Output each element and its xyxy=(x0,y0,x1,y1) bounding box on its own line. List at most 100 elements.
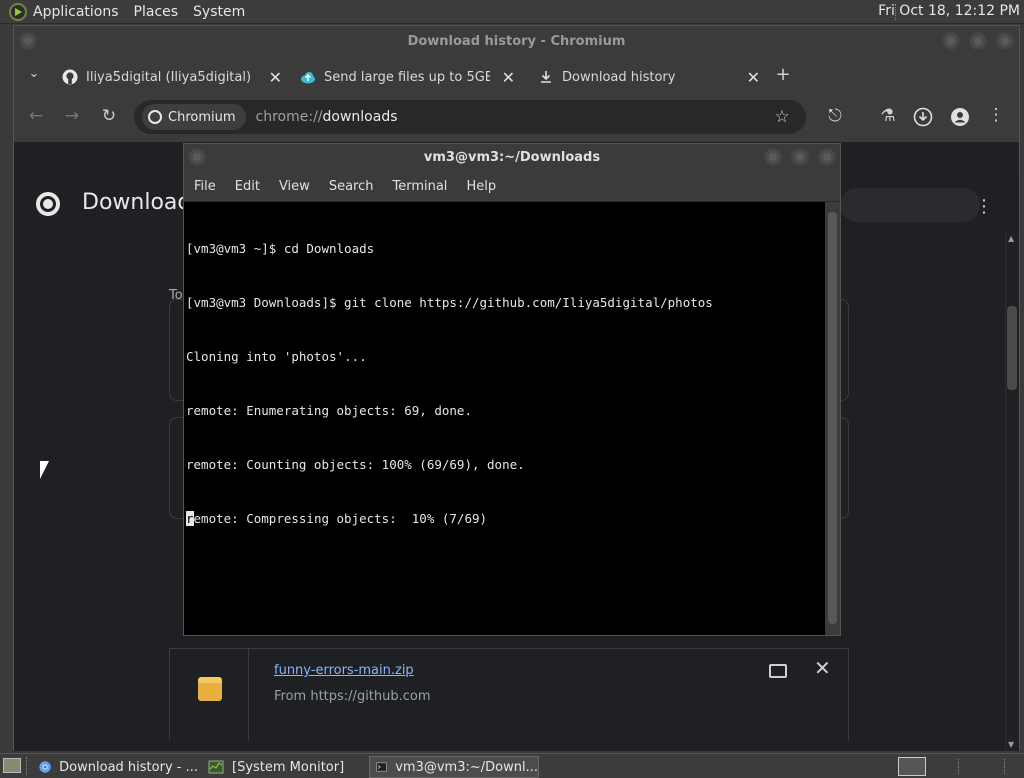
card-divider xyxy=(248,649,249,741)
applications-menu[interactable]: Applications xyxy=(33,4,119,20)
tab-send-large-files[interactable]: Send large files up to 5GB fo ✕ xyxy=(300,62,515,92)
terminal-icon xyxy=(376,762,387,772)
downloads-menu-kebab-icon[interactable]: ⋮ xyxy=(975,196,993,217)
downloads-circle-icon[interactable] xyxy=(913,107,933,127)
menu-search[interactable]: Search xyxy=(329,179,374,194)
taskbar-separator xyxy=(1004,759,1006,774)
scroll-down-icon[interactable]: ▼ xyxy=(1008,740,1014,749)
terminal-line: Cloning into 'photos'... xyxy=(186,349,367,364)
cloud-upload-icon xyxy=(301,72,315,84)
task-label: Download history - ... xyxy=(59,759,198,775)
terminal-output[interactable]: [vm3@vm3 ~]$ cd Downloads [vm3@vm3 Downl… xyxy=(184,202,826,635)
download-card xyxy=(169,648,849,741)
taskbar-separator xyxy=(26,757,28,775)
menu-file[interactable]: File xyxy=(194,179,216,194)
terminal-line-text: emote: Compressing objects: 10% (7/69) xyxy=(193,511,488,526)
page-scrollbar[interactable]: ▲ ▼ xyxy=(1005,232,1019,751)
tab-label: Download history xyxy=(562,69,676,85)
minimize-icon[interactable] xyxy=(942,32,960,50)
tab-close-icon[interactable]: ✕ xyxy=(747,68,760,87)
tab-search-chevron-icon[interactable]: ⌄ xyxy=(22,66,46,81)
extensions-puzzle-icon[interactable]: ⎋ xyxy=(823,106,847,126)
tab-strip: ⌄ Iliya5digital (Iliya5digital) / Re ✕ S… xyxy=(14,58,1019,94)
back-arrow-icon[interactable]: ← xyxy=(24,106,48,126)
show-in-folder-icon[interactable] xyxy=(769,664,787,678)
bookmark-star-icon[interactable]: ☆ xyxy=(770,107,794,127)
tab-github[interactable]: Iliya5digital (Iliya5digital) / Re ✕ xyxy=(62,62,282,92)
browser-menu-kebab-icon[interactable]: ⋮ xyxy=(984,105,1008,125)
task-terminal[interactable]: vm3@vm3:~/Downl... xyxy=(369,756,539,778)
menu-help[interactable]: Help xyxy=(466,179,496,194)
menu-terminal[interactable]: Terminal xyxy=(392,179,447,194)
scroll-up-icon[interactable]: ▲ xyxy=(1008,234,1014,243)
task-chromium[interactable]: Download history - ... xyxy=(33,756,198,778)
url-prefix: chrome:// xyxy=(255,109,323,125)
profile-avatar-icon[interactable] xyxy=(950,107,970,127)
chromium-chip-icon xyxy=(148,110,162,124)
close-window-icon[interactable] xyxy=(818,148,836,166)
terminal-line: remote: Counting objects: 100% (69/69), … xyxy=(186,457,525,472)
window-titlebar[interactable]: Download history - Chromium xyxy=(14,26,1019,58)
clock[interactable]: Fri Oct 18, 12:12 PM xyxy=(878,3,1020,19)
remove-download-icon[interactable]: ✕ xyxy=(814,656,831,680)
tab-label: Send large files up to 5GB fo xyxy=(324,69,490,85)
download-file-link[interactable]: funny-errors-main.zip xyxy=(274,663,414,678)
url-text[interactable]: chrome://downloads xyxy=(256,109,398,125)
maximize-icon[interactable] xyxy=(791,148,809,166)
site-chip[interactable]: Chromium xyxy=(142,104,246,130)
labs-flask-icon[interactable]: ⚗ xyxy=(876,106,900,126)
download-source: From https://github.com xyxy=(274,689,431,704)
reload-icon[interactable]: ↻ xyxy=(97,106,121,126)
chrome-logo-icon xyxy=(36,192,60,216)
site-chip-label: Chromium xyxy=(168,109,236,125)
terminal-scrollbar[interactable] xyxy=(825,202,840,635)
task-label: [System Monitor] xyxy=(232,759,345,775)
terminal-line: [vm3@vm3 Downloads]$ git clone https://g… xyxy=(186,295,713,310)
address-bar[interactable]: Chromium chrome://downloads ☆ xyxy=(134,100,806,134)
terminal-titlebar[interactable]: vm3@vm3:~/Downloads xyxy=(184,144,840,172)
top-panel: Applications Places System Fri Oct 18, 1… xyxy=(0,0,1024,24)
terminal-title: vm3@vm3:~/Downloads xyxy=(423,150,601,165)
chromium-icon xyxy=(39,761,51,773)
tab-close-icon[interactable]: ✕ xyxy=(502,68,515,87)
new-tab-plus-icon[interactable]: + xyxy=(771,64,795,85)
terminal-line: remote: Compressing objects: 10% (7/69) xyxy=(186,510,824,528)
task-label: vm3@vm3:~/Downl... xyxy=(395,759,538,775)
menu-edit[interactable]: Edit xyxy=(235,179,260,194)
scrollbar-thumb[interactable] xyxy=(1007,306,1017,390)
close-window-icon[interactable] xyxy=(996,32,1014,50)
page-title: Download xyxy=(82,190,192,215)
terminal-scrollbar-thumb[interactable] xyxy=(828,212,837,624)
forward-arrow-icon[interactable]: → xyxy=(60,106,84,126)
window-menu-icon[interactable] xyxy=(188,148,206,166)
window-title: Download history - Chromium xyxy=(407,34,626,49)
menu-view[interactable]: View xyxy=(279,179,310,194)
places-menu[interactable]: Places xyxy=(134,4,179,20)
show-desktop-icon[interactable] xyxy=(3,758,21,773)
task-system-monitor[interactable]: [System Monitor] xyxy=(202,756,367,778)
terminal-window: vm3@vm3:~/Downloads File Edit View Searc… xyxy=(183,143,841,636)
terminal-cursor: r xyxy=(186,511,194,526)
bottom-taskbar: Download history - ... [System Monitor] … xyxy=(0,753,1024,778)
maximize-icon[interactable] xyxy=(969,32,987,50)
system-menu[interactable]: System xyxy=(193,4,245,20)
terminal-menubar: File Edit View Search Terminal Help xyxy=(184,172,840,202)
mouse-pointer-icon xyxy=(40,461,49,479)
workspace-switcher[interactable] xyxy=(898,757,926,776)
downloads-search[interactable] xyxy=(840,188,980,222)
terminal-line: remote: Enumerating objects: 69, done. xyxy=(186,403,472,418)
minimize-icon[interactable] xyxy=(764,148,782,166)
download-icon xyxy=(541,71,551,83)
github-icon xyxy=(62,69,78,85)
tab-label: Iliya5digital (Iliya5digital) / Re xyxy=(86,69,254,85)
zip-file-icon xyxy=(198,677,222,701)
taskbar-separator xyxy=(958,759,960,774)
tab-download-history[interactable]: Download history ✕ xyxy=(538,62,760,92)
terminal-line: [vm3@vm3 ~]$ cd Downloads xyxy=(186,241,375,256)
tab-close-icon[interactable]: ✕ xyxy=(269,68,282,87)
url-path: downloads xyxy=(322,109,398,125)
system-monitor-icon xyxy=(208,760,224,774)
browser-toolbar: ← → ↻ Chromium chrome://downloads ☆ ⎋ ⚗ … xyxy=(14,94,1019,142)
distro-logo-icon[interactable] xyxy=(9,2,27,21)
window-menu-icon[interactable] xyxy=(19,32,37,50)
